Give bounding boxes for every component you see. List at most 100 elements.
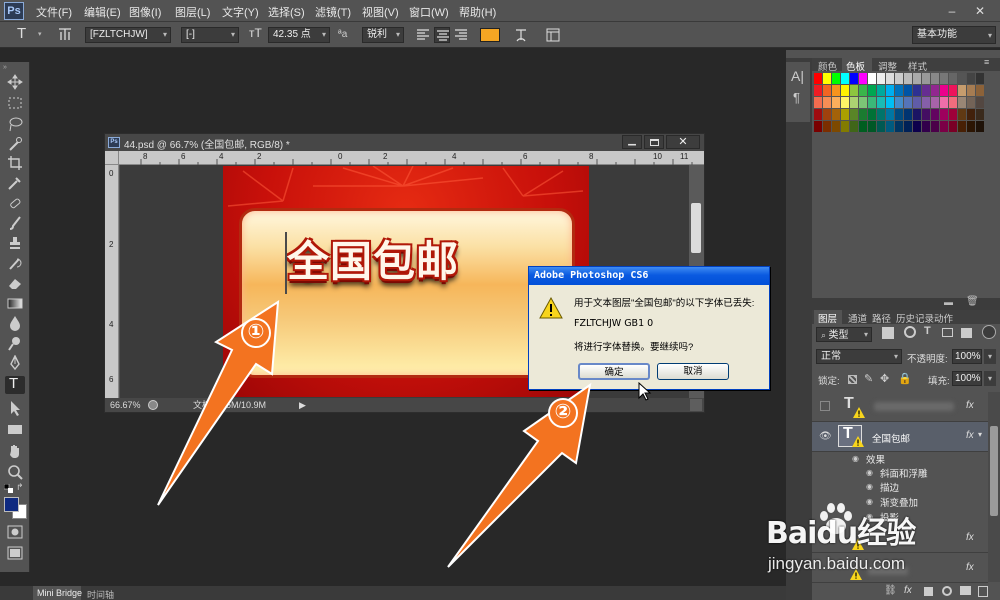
quick-select-tool-icon[interactable] <box>7 136 23 152</box>
healing-brush-tool-icon[interactable] <box>7 195 23 211</box>
tab-history[interactable]: 历史记录 <box>896 311 934 325</box>
character-panel-icon[interactable]: A| <box>791 68 804 84</box>
color-swatch[interactable] <box>895 85 903 96</box>
document-title-bar[interactable]: Ps 44.psd @ 66.7% (全国包邮, RGB/8) * ▁ ✕ <box>105 134 704 151</box>
color-swatch[interactable] <box>895 97 903 108</box>
color-swatch[interactable] <box>958 97 966 108</box>
font-missing-dialog[interactable]: Adobe Photoshop CS6 用于文本图层"全国包邮"的以下字体已丢失… <box>528 266 770 390</box>
color-swatch[interactable] <box>904 109 912 120</box>
color-swatch[interactable] <box>841 97 849 108</box>
lock-transparent-icon[interactable] <box>848 375 857 384</box>
color-swatch[interactable] <box>949 97 957 108</box>
eyedropper-tool-icon[interactable] <box>7 175 23 191</box>
effects-expand-icon[interactable]: ▾ <box>978 430 982 439</box>
menu-window[interactable]: 窗口(W) <box>409 4 449 20</box>
filter-toggle[interactable] <box>982 325 996 339</box>
layer-row-selected[interactable]: 👁 T 全国包邮 fx ▾ <box>812 422 988 452</box>
marquee-tool-icon[interactable] <box>7 95 23 111</box>
layer-fx-icon[interactable]: fx <box>966 400 974 411</box>
color-swatch[interactable] <box>931 97 939 108</box>
lasso-tool-icon[interactable] <box>7 116 23 132</box>
align-right-icon[interactable] <box>454 28 468 45</box>
dodge-tool-icon[interactable] <box>7 335 23 351</box>
status-menu-arrow-icon[interactable]: ▶ <box>299 398 306 412</box>
color-swatch[interactable] <box>976 109 984 120</box>
color-swatch[interactable] <box>913 73 921 84</box>
opacity-slider-icon[interactable]: ▾ <box>984 349 996 364</box>
menu-edit[interactable]: 编辑(E) <box>84 4 121 20</box>
font-family-select[interactable]: [FZLTCHJW] ▾ <box>85 27 171 43</box>
color-swatch[interactable] <box>922 97 930 108</box>
zoom-tool-icon[interactable] <box>7 464 23 480</box>
color-swatch[interactable] <box>877 85 885 96</box>
color-swatch[interactable] <box>832 121 840 132</box>
color-swatch[interactable] <box>949 121 957 132</box>
tab-layers[interactable]: 图层 <box>818 311 837 325</box>
tab-actions[interactable]: 动作 <box>934 311 953 325</box>
swap-colors-icon[interactable]: ↱ <box>16 482 24 493</box>
color-swatch[interactable] <box>886 121 894 132</box>
rectangle-tool-icon[interactable] <box>7 421 23 437</box>
fill-slider-icon[interactable]: ▾ <box>984 371 996 386</box>
color-swatch[interactable] <box>958 109 966 120</box>
color-swatch[interactable] <box>922 121 930 132</box>
color-swatch[interactable] <box>886 109 894 120</box>
color-swatch[interactable] <box>850 85 858 96</box>
menu-select[interactable]: 选择(S) <box>268 4 305 20</box>
blend-mode-select[interactable]: 正常 ▾ <box>816 349 902 364</box>
color-swatch[interactable] <box>814 73 822 84</box>
align-left-icon[interactable] <box>416 28 430 45</box>
layer-name[interactable]: 全国包邮 <box>872 431 910 445</box>
cancel-button[interactable]: 取消 <box>657 363 729 380</box>
close-button[interactable]: ✕ <box>968 2 992 20</box>
document-close-button[interactable]: ✕ <box>666 135 700 149</box>
lock-all-icon[interactable]: 🔒 <box>898 372 912 385</box>
color-swatch[interactable] <box>850 97 858 108</box>
color-swatch[interactable] <box>895 109 903 120</box>
opacity-input[interactable]: 100% <box>952 349 982 364</box>
layer-fx-icon[interactable]: fx <box>966 430 974 441</box>
visibility-eye-icon[interactable]: 👁 <box>819 431 832 442</box>
tab-swatches[interactable]: 色板 <box>846 59 865 73</box>
path-select-tool-icon[interactable] <box>7 400 23 416</box>
color-swatch[interactable] <box>841 121 849 132</box>
color-swatch[interactable] <box>931 73 939 84</box>
color-swatch[interactable] <box>868 109 876 120</box>
color-swatch[interactable] <box>931 109 939 120</box>
font-style-select[interactable]: [-] ▾ <box>181 27 239 43</box>
color-swatch[interactable] <box>832 97 840 108</box>
color-swatch[interactable] <box>886 85 894 96</box>
color-swatch[interactable] <box>814 121 822 132</box>
resize-grip-icon[interactable] <box>690 399 702 411</box>
color-swatch[interactable] <box>922 109 930 120</box>
color-swatch[interactable] <box>823 85 831 96</box>
color-swatch[interactable] <box>841 109 849 120</box>
color-swatch[interactable] <box>949 85 957 96</box>
tool-preset-dropdown-icon[interactable]: ▾ <box>38 30 42 38</box>
color-swatch[interactable] <box>904 85 912 96</box>
color-swatch[interactable] <box>940 121 948 132</box>
layer-filter-select[interactable]: ⌕ 类型 ▾ <box>816 327 872 342</box>
fill-input[interactable]: 100% <box>952 371 982 386</box>
color-swatch[interactable] <box>958 121 966 132</box>
menu-layer[interactable]: 图层(L) <box>175 4 210 20</box>
color-swatch[interactable] <box>841 85 849 96</box>
color-swatch[interactable] <box>922 85 930 96</box>
tab-color[interactable]: 颜色 <box>818 59 837 73</box>
color-swatch[interactable] <box>832 109 840 120</box>
color-swatch[interactable] <box>823 109 831 120</box>
color-swatch[interactable] <box>868 121 876 132</box>
crop-tool-icon[interactable] <box>7 155 23 171</box>
color-swatch[interactable] <box>940 109 948 120</box>
text-orientation-icon[interactable] <box>57 26 73 45</box>
collapse-icon[interactable]: » <box>3 64 7 71</box>
color-swatch[interactable] <box>823 73 831 84</box>
tab-styles[interactable]: 样式 <box>908 59 927 73</box>
color-swatch[interactable] <box>976 121 984 132</box>
workspace-select[interactable]: 基本功能 ▾ <box>912 26 996 44</box>
lock-pixels-icon[interactable]: ✎ <box>864 372 873 385</box>
delete-swatch-icon[interactable]: 🗑 <box>966 296 979 307</box>
color-swatch[interactable] <box>967 73 975 84</box>
color-swatch[interactable] <box>976 73 984 84</box>
effect-stroke[interactable]: 描边 <box>880 480 899 494</box>
